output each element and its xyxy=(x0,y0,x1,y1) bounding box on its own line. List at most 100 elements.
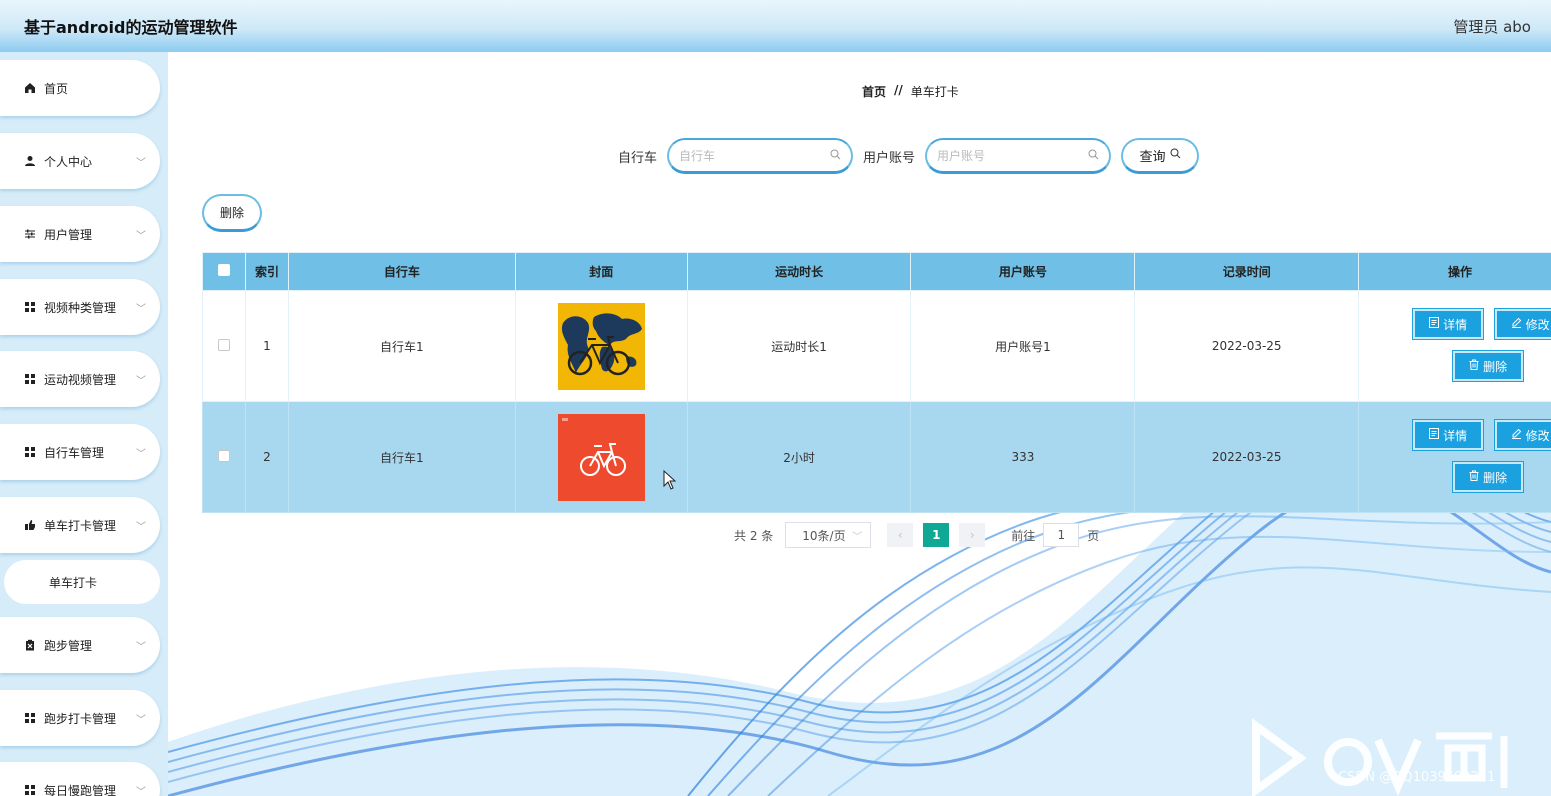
breadcrumb-home[interactable]: 首页 xyxy=(862,83,886,100)
chevron-down-icon: ﹀ xyxy=(136,303,146,315)
index-cell: 2 xyxy=(244,401,289,513)
edit-button-label: 修改 xyxy=(1525,317,1550,332)
sidebar-item-label: 首页 xyxy=(44,81,69,96)
sidebar-subitem-bike-checkin[interactable]: 单车打卡 xyxy=(4,560,160,604)
sidebar-item-running-management[interactable]: 跑步管理 ﹀ xyxy=(0,617,160,673)
sidebar-item-label: 单车打卡管理 xyxy=(44,518,117,533)
pagination: 共 2 条 10条/页 ﹀ ‹ 1 › 前往 1 页 xyxy=(734,522,1099,548)
user-icon xyxy=(24,155,36,167)
chevron-down-icon: ﹀ xyxy=(136,157,146,169)
sidebar-item-sport-video[interactable]: 运动视频管理 ﹀ xyxy=(0,351,160,407)
bike-search-input[interactable] xyxy=(679,148,831,163)
page-number-active[interactable]: 1 xyxy=(923,523,950,547)
bike-search-label: 自行车 xyxy=(618,150,658,166)
sidebar-item-bike-management[interactable]: 自行车管理 ﹀ xyxy=(0,424,160,480)
page-size-select[interactable]: 10条/页 ﹀ xyxy=(785,522,872,548)
sidebar-item-label: 用户管理 xyxy=(44,227,93,242)
grid-icon xyxy=(24,301,36,313)
chevron-down-icon: ﹀ xyxy=(852,531,863,543)
sidebar: 首页 个人中心 ﹀ 用户管理 ﹀ 视频种类管理 ﹀ 运动视频管理 ﹀ 自行车管理 xyxy=(0,52,168,796)
chevron-down-icon: ﹀ xyxy=(136,521,146,533)
cover-cell xyxy=(514,290,688,402)
bike-search-field[interactable] xyxy=(667,138,854,174)
cover-image-red-bicycle[interactable] xyxy=(557,413,645,501)
bulk-delete-button[interactable]: 删除 xyxy=(202,194,262,232)
goto-page-input[interactable]: 1 xyxy=(1043,523,1080,547)
column-header: 索引 xyxy=(244,252,289,291)
thumb-icon xyxy=(24,519,36,531)
edit-icon xyxy=(1511,428,1522,442)
sidebar-item-bike-checkin-management[interactable]: 单车打卡管理 ﹀ xyxy=(0,497,160,553)
sidebar-item-label: 运动视频管理 xyxy=(44,372,117,387)
row-checkbox[interactable] xyxy=(217,449,230,462)
pagination-total: 共 2 条 xyxy=(734,528,774,543)
cover-cell xyxy=(514,401,688,513)
current-user-label[interactable]: 管理员 abo xyxy=(1453,16,1531,37)
index-cell: 1 xyxy=(244,290,289,402)
search-icon xyxy=(830,149,841,163)
trash-icon xyxy=(1469,359,1479,373)
goto-prefix: 前往 xyxy=(1011,528,1036,543)
checkin-table: 索引 自行车 封面 运动时长 用户账号 记录时间 操作 1 自行车1 运动时长1… xyxy=(202,252,1551,513)
sidebar-item-user-management[interactable]: 用户管理 ﹀ xyxy=(0,206,160,262)
sidebar-item-video-category[interactable]: 视频种类管理 ﹀ xyxy=(0,279,160,335)
grid-icon xyxy=(24,446,36,458)
sidebar-item-label: 个人中心 xyxy=(44,154,93,169)
sidebar-item-daily-jog-management[interactable]: 每日慢跑管理 ﹀ xyxy=(0,762,160,796)
search-bar: 自行车 用户账号 查询 xyxy=(618,138,1200,174)
search-icon xyxy=(1088,149,1099,163)
column-header: 自行车 xyxy=(287,252,516,291)
breadcrumb: 首页 // 单车打卡 xyxy=(862,83,959,100)
duration-cell: 运动时长1 xyxy=(686,290,912,402)
search-icon xyxy=(1170,148,1181,163)
sidebar-item-label: 自行车管理 xyxy=(44,445,105,460)
clipboard-icon xyxy=(24,639,36,651)
account-cell: 333 xyxy=(910,401,1136,513)
chevron-down-icon: ﹀ xyxy=(136,714,146,726)
document-icon xyxy=(1429,428,1440,442)
sidebar-item-label: 视频种类管理 xyxy=(44,300,117,315)
time-cell: 2022-03-25 xyxy=(1134,290,1360,402)
page-size-value: 10条/页 xyxy=(802,528,846,543)
account-search-input[interactable] xyxy=(937,148,1089,163)
row-checkbox[interactable] xyxy=(217,338,230,351)
row-select-cell[interactable] xyxy=(202,290,246,402)
csdn-watermark: CSDN @QQ1039692211 xyxy=(1338,770,1496,785)
next-page-button[interactable]: › xyxy=(959,523,986,547)
row-select-cell[interactable] xyxy=(202,401,246,513)
document-icon xyxy=(1429,317,1440,331)
sidebar-item-label: 跑步打卡管理 xyxy=(44,711,117,726)
prev-page-button[interactable]: ‹ xyxy=(887,523,914,547)
table-row[interactable]: 1 自行车1 运动时长1 用户账号1 2022-03-25 详情 修改 删除 xyxy=(202,290,1551,402)
detail-button-label: 详情 xyxy=(1443,428,1468,443)
account-search-field[interactable] xyxy=(925,138,1112,174)
delete-button[interactable]: 删除 xyxy=(1453,462,1524,492)
query-button-label: 查询 xyxy=(1139,150,1166,165)
edit-button[interactable]: 修改 xyxy=(1495,309,1551,339)
detail-button[interactable]: 详情 xyxy=(1413,309,1484,339)
table-row[interactable]: 2 自行车1 2小时 333 2022-03-25 详情 修改 删除 xyxy=(202,401,1551,513)
chevron-down-icon: ﹀ xyxy=(136,375,146,387)
select-all-checkbox[interactable] xyxy=(217,264,230,276)
select-all-cell[interactable] xyxy=(202,252,246,291)
sidebar-item-running-checkin-management[interactable]: 跑步打卡管理 ﹀ xyxy=(0,690,160,746)
chevron-down-icon: ﹀ xyxy=(136,230,146,242)
cover-image-world-map-bicycle[interactable] xyxy=(557,302,645,390)
delete-button[interactable]: 删除 xyxy=(1453,351,1524,381)
chevron-down-icon: ﹀ xyxy=(136,641,146,653)
delete-button-label: 删除 xyxy=(1483,359,1508,374)
account-cell: 用户账号1 xyxy=(910,290,1136,402)
edit-button[interactable]: 修改 xyxy=(1495,420,1551,450)
sidebar-item-personal-center[interactable]: 个人中心 ﹀ xyxy=(0,133,160,189)
trash-icon xyxy=(1469,470,1479,484)
query-button[interactable]: 查询 xyxy=(1121,138,1200,174)
table-header-row: 索引 自行车 封面 运动时长 用户账号 记录时间 操作 xyxy=(202,252,1551,291)
duration-cell: 2小时 xyxy=(686,401,912,513)
chevron-down-icon: ﹀ xyxy=(136,786,146,796)
sidebar-item-label: 每日慢跑管理 xyxy=(44,783,117,796)
chevron-down-icon: ﹀ xyxy=(136,448,146,460)
bike-cell: 自行车1 xyxy=(287,401,516,513)
sidebar-item-home[interactable]: 首页 xyxy=(0,60,160,116)
column-header: 运动时长 xyxy=(686,252,912,291)
detail-button[interactable]: 详情 xyxy=(1413,420,1484,450)
